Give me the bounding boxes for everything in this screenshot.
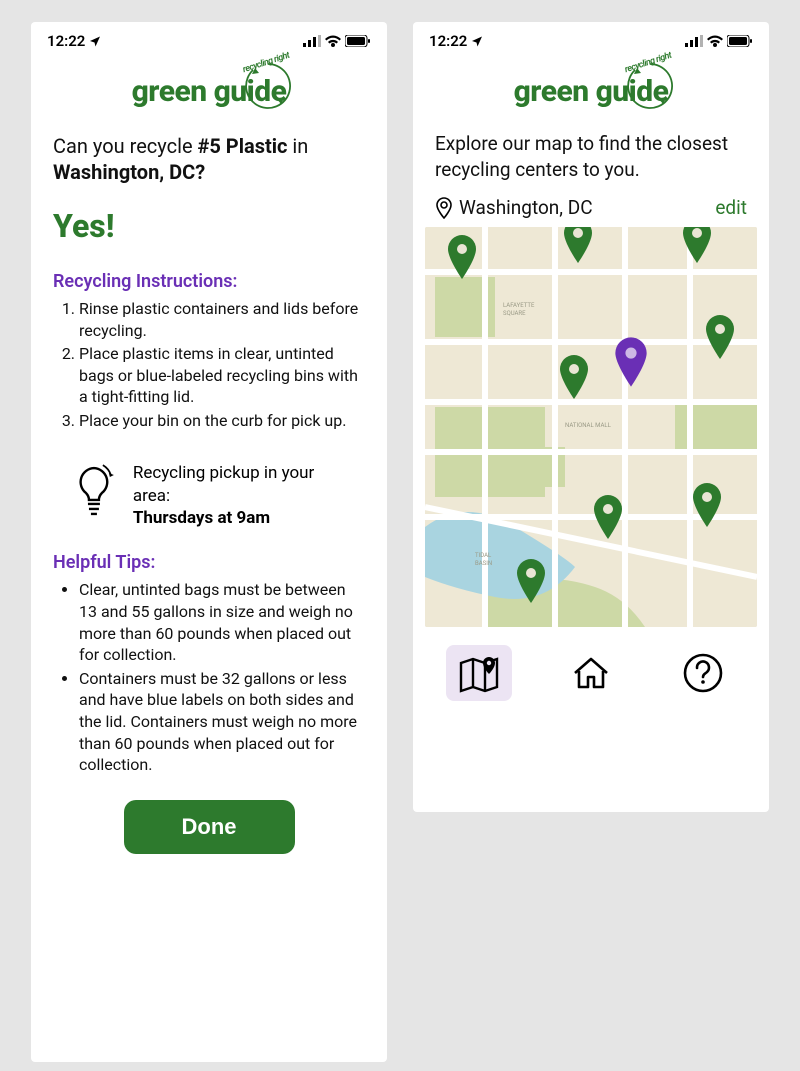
pin-icon — [435, 197, 453, 219]
question-text: Can you recycle #5 Plastic in Washington… — [53, 133, 365, 185]
edit-location-link[interactable]: edit — [715, 196, 747, 219]
status-bar: 12:22 — [413, 22, 769, 56]
explore-text: Explore our map to find the closest recy… — [413, 123, 769, 196]
map[interactable]: NATIONAL MALL LAFAYETTE SQUARE TIDAL BAS… — [425, 227, 757, 627]
status-time: 12:22 — [429, 32, 467, 50]
map-pin-icon[interactable] — [703, 315, 737, 359]
battery-icon — [727, 35, 753, 47]
cellular-icon — [303, 35, 321, 47]
location-arrow-icon — [471, 35, 483, 47]
screen-recycle-detail: 12:22 green guide recycling right Can yo… — [31, 22, 387, 1062]
current-location: Washington, DC — [435, 196, 593, 219]
tips-header: Helpful Tips: — [53, 552, 365, 573]
pickup-time: Thursdays at 9am — [133, 507, 355, 530]
location-text: Washington, DC — [459, 196, 593, 219]
cellular-icon — [685, 35, 703, 47]
battery-icon — [345, 35, 371, 47]
list-item: Rinse plastic containers and lids before… — [79, 298, 365, 341]
nav-map-button[interactable] — [446, 645, 512, 701]
svg-text:SQUARE: SQUARE — [503, 310, 526, 317]
svg-text:NATIONAL MALL: NATIONAL MALL — [565, 422, 612, 429]
svg-text:LAFAYETTE: LAFAYETTE — [503, 302, 535, 309]
status-time: 12:22 — [47, 32, 85, 50]
list-item: Containers must be 32 gallons or less an… — [79, 668, 365, 776]
screen-map: 12:22 green guide recycling right Explor… — [413, 22, 769, 812]
map-pin-icon[interactable] — [557, 355, 591, 399]
wifi-icon — [707, 35, 723, 47]
map-icon — [457, 653, 501, 693]
instructions-header: Recycling Instructions: — [53, 271, 365, 292]
status-bar: 12:22 — [31, 22, 387, 56]
map-pin-icon[interactable] — [445, 235, 479, 279]
answer-text: Yes! — [53, 207, 365, 245]
wifi-icon — [325, 35, 341, 47]
app-logo: green guide recycling right — [413, 56, 769, 123]
pickup-label: Recycling pickup in your area: — [133, 462, 355, 508]
location-arrow-icon — [89, 35, 101, 47]
lightbulb-icon — [73, 462, 115, 520]
list-item: Place your bin on the curb for pick up. — [79, 410, 365, 432]
help-icon — [682, 652, 724, 694]
svg-text:BASIN: BASIN — [475, 560, 492, 567]
map-pin-icon[interactable] — [591, 495, 625, 539]
nav-home-button[interactable] — [558, 645, 624, 701]
map-pin-icon[interactable] — [514, 559, 548, 603]
done-button[interactable]: Done — [124, 800, 295, 854]
instructions-list: Rinse plastic containers and lids before… — [53, 298, 365, 432]
svg-text:TIDAL: TIDAL — [475, 552, 492, 559]
list-item: Place plastic items in clear, untinted b… — [79, 343, 365, 408]
map-pin-user-icon[interactable] — [612, 337, 650, 387]
app-logo: green guide recycling right — [31, 56, 387, 123]
bottom-nav — [413, 627, 769, 715]
list-item: Clear, untinted bags must be between 13 … — [79, 579, 365, 665]
map-pin-icon[interactable] — [690, 483, 724, 527]
nav-help-button[interactable] — [670, 645, 736, 701]
home-icon — [569, 653, 613, 693]
map-pin-icon[interactable] — [561, 227, 595, 263]
pickup-info: Recycling pickup in your area: Thursdays… — [53, 456, 365, 553]
map-pin-icon[interactable] — [680, 227, 714, 263]
tips-list: Clear, untinted bags must be between 13 … — [53, 579, 365, 775]
